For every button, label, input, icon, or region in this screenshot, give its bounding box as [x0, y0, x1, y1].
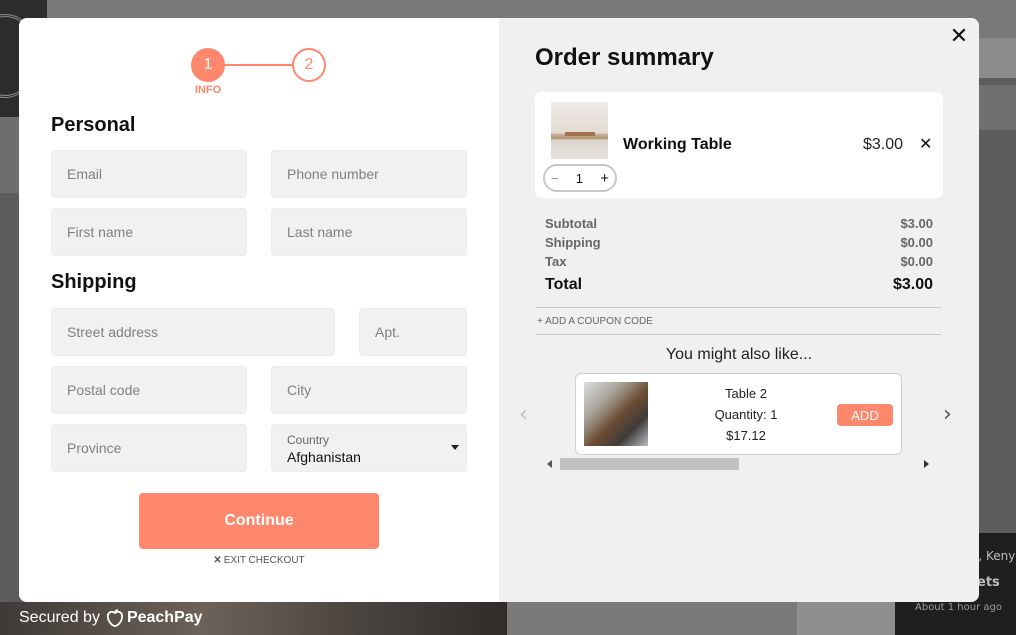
city-field[interactable]: [272, 367, 466, 413]
notification-text: i, Keny: [975, 549, 1016, 563]
order-summary-panel: ✕ Order summary Working Table $3.00 ✕ − …: [499, 18, 979, 602]
shipping-heading: Shipping: [51, 271, 137, 293]
peachpay-name: PeachPay: [126, 609, 203, 626]
peach-icon: [106, 609, 123, 627]
close-modal-button[interactable]: ✕: [947, 24, 971, 49]
subtotal-label: Subtotal: [545, 216, 597, 231]
recommended-product-name: Table 2: [725, 386, 767, 401]
country-select[interactable]: Country Afghanistan: [271, 424, 467, 472]
decrease-quantity-button[interactable]: −: [551, 171, 559, 186]
scrollbar-thumb[interactable]: [560, 458, 739, 470]
exit-checkout-label: EXIT CHECKOUT: [223, 555, 305, 566]
step-info-label: INFO: [194, 84, 222, 96]
carousel-prev-icon[interactable]: ‹: [519, 402, 528, 427]
city-field-wrapper: [271, 366, 467, 414]
subtotal-row: Subtotal $3.00: [545, 216, 933, 231]
checkout-form-panel: 1 2 INFO Personal Shipping: [19, 18, 499, 602]
recommended-product-quantity: Quantity: 1: [714, 407, 778, 422]
subtotal-value: $3.00: [900, 216, 933, 231]
phone-field-wrapper: [271, 150, 467, 198]
step-payment[interactable]: 2: [292, 48, 326, 82]
quantity-stepper: − 1 +: [543, 164, 617, 192]
order-summary-title: Order summary: [535, 44, 714, 71]
country-value: Afghanistan: [287, 449, 361, 465]
postal-code-field[interactable]: [52, 367, 246, 413]
recommended-product-price: $17.12: [726, 428, 766, 443]
first-name-field[interactable]: [52, 209, 246, 255]
scroll-right-icon[interactable]: [924, 460, 929, 468]
product-name: Working Table: [623, 136, 732, 153]
secured-by-text: Secured by: [19, 609, 100, 626]
product-price: $3.00: [863, 136, 904, 153]
carousel-scrollbar[interactable]: [545, 458, 933, 470]
carousel-next-icon[interactable]: ›: [943, 402, 952, 427]
shipping-label: Shipping: [545, 235, 601, 250]
stepper-connector: [224, 64, 293, 66]
province-field-wrapper: [51, 424, 247, 472]
recommended-product-image: [584, 382, 648, 446]
continue-button[interactable]: Continue: [139, 493, 379, 549]
secured-by-badge: Secured by PeachPay: [19, 609, 203, 627]
province-field[interactable]: [52, 425, 246, 471]
background-panel: [507, 602, 797, 635]
tax-label: Tax: [545, 254, 567, 269]
street-address-field[interactable]: [52, 309, 334, 355]
remove-item-button[interactable]: ✕: [919, 134, 932, 153]
scroll-left-icon[interactable]: [547, 460, 552, 468]
tax-row: Tax $0.00: [545, 254, 933, 269]
personal-heading: Personal: [51, 114, 136, 136]
exit-checkout-link[interactable]: ✕ EXIT CHECKOUT: [139, 555, 379, 566]
add-recommended-button[interactable]: ADD: [837, 404, 893, 426]
email-field-wrapper: [51, 150, 247, 198]
last-name-field-wrapper: [271, 208, 467, 256]
notification-time: About 1 hour ago: [915, 602, 1002, 613]
step-info[interactable]: 1: [191, 48, 225, 82]
total-label: Total: [545, 276, 583, 293]
email-field[interactable]: [52, 151, 246, 197]
divider: [536, 334, 941, 335]
quantity-value: 1: [575, 170, 584, 186]
apt-field[interactable]: [360, 309, 466, 355]
apt-field-wrapper: [359, 308, 467, 356]
cart-item: Working Table $3.00 ✕ − 1 +: [535, 92, 943, 198]
phone-field[interactable]: [272, 151, 466, 197]
add-coupon-link[interactable]: + ADD A COUPON CODE: [537, 316, 653, 327]
total-row: Total $3.00: [545, 276, 933, 294]
first-name-field-wrapper: [51, 208, 247, 256]
background-nav: [979, 38, 1016, 78]
background-band: [0, 117, 20, 193]
shipping-row: Shipping $0.00: [545, 235, 933, 250]
tax-value: $0.00: [900, 254, 933, 269]
street-field-wrapper: [51, 308, 335, 356]
notification-title: ets: [977, 575, 1000, 590]
recommended-product-card: Table 2 Quantity: 1 $17.12 ADD: [575, 373, 902, 455]
background-band-right: [979, 85, 1016, 130]
total-value: $3.00: [892, 276, 933, 293]
increase-quantity-button[interactable]: +: [600, 170, 609, 187]
last-name-field[interactable]: [272, 209, 466, 255]
close-icon: ✕: [213, 555, 222, 566]
upsell-heading: You might also like...: [665, 346, 813, 363]
checkout-modal: 1 2 INFO Personal Shipping: [19, 18, 979, 602]
caret-down-icon: [451, 445, 459, 450]
country-label: Country: [287, 433, 330, 447]
divider: [536, 307, 941, 308]
shipping-value: $0.00: [900, 235, 933, 250]
postal-field-wrapper: [51, 366, 247, 414]
peachpay-brand: PeachPay: [106, 609, 203, 627]
product-image: [551, 102, 608, 159]
